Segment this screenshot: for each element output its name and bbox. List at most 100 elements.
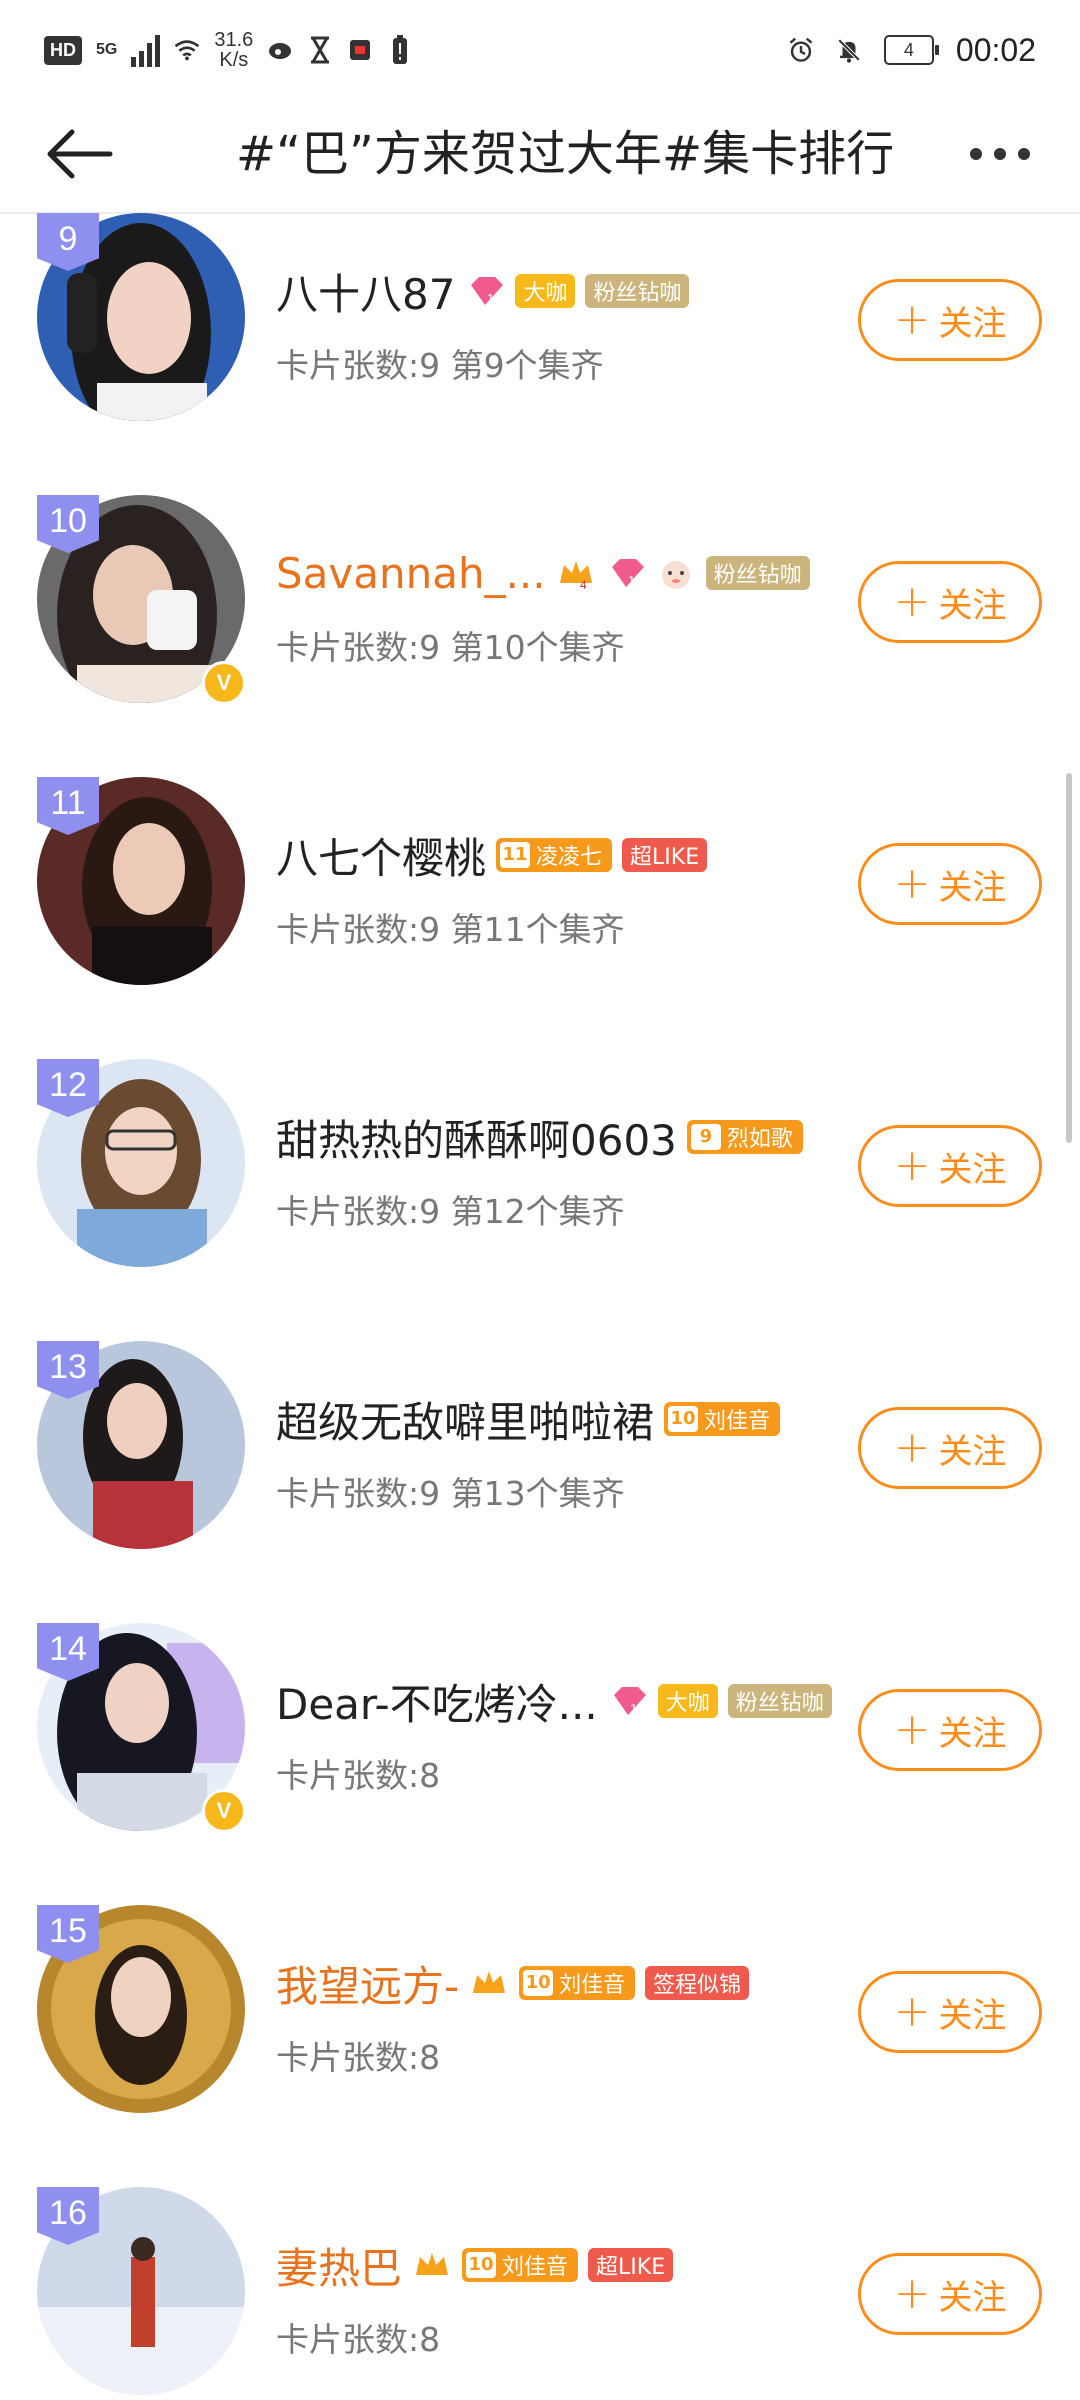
- list-item[interactable]: V 10 Savannah_... 4 12 粉丝钻咖 卡片张数:9 第10个集…: [0, 495, 1080, 777]
- fan-level-text: 刘佳音: [502, 2255, 569, 2280]
- list-item[interactable]: 12 甜热热的酥酥啊0603 9 烈如歌 卡片张数:9 第12个集齐 + 关注: [0, 1059, 1080, 1341]
- card-count: 卡片张数:8: [276, 1756, 441, 1795]
- user-name-line: 甜热热的酥酥啊0603 9 烈如歌: [276, 1107, 803, 1167]
- plus-icon: +: [893, 2268, 931, 2319]
- plus-icon: +: [893, 1986, 931, 2037]
- user-name[interactable]: 我望远方-: [276, 1953, 459, 2014]
- list-item[interactable]: 11 八七个樱桃 11 凌凌七 超LIKE 卡片张数:9 第11个集齐 + 关注: [0, 777, 1080, 1059]
- follow-button[interactable]: + 关注: [858, 561, 1042, 643]
- back-button[interactable]: [44, 124, 114, 184]
- crown-icon: [412, 2245, 452, 2285]
- svg-text:4: 4: [580, 578, 587, 592]
- diamond-level-icon: 12: [465, 271, 505, 311]
- verified-v-icon: V: [202, 661, 246, 705]
- card-count: 卡片张数:9 第9个集齐: [276, 346, 604, 385]
- fan-level-badge: 10 刘佳音: [519, 1966, 636, 2000]
- follow-label: 关注: [938, 303, 1007, 344]
- badge-qian-cheng: 签程似锦: [645, 1966, 750, 2000]
- list-item[interactable]: 16 妻热巴 10 刘佳音 超LIKE 卡片张数:8 + 关注: [0, 2187, 1080, 2400]
- badge-daka: 大咖: [515, 274, 576, 308]
- fan-level-badge: 11 凌凌七: [496, 838, 613, 872]
- follow-label: 关注: [938, 867, 1007, 908]
- follow-button[interactable]: + 关注: [858, 843, 1042, 925]
- fan-level-badge: 9 烈如歌: [686, 1120, 803, 1154]
- user-name[interactable]: 超级无敌噼里啪啦裙: [276, 1389, 654, 1450]
- user-name-line: 八七个樱桃 11 凌凌七 超LIKE: [276, 825, 708, 886]
- plus-icon: +: [893, 294, 931, 345]
- verified-v-icon: V: [202, 1789, 246, 1833]
- card-count: 卡片张数:9 第10个集齐: [276, 628, 625, 667]
- follow-button[interactable]: + 关注: [858, 1971, 1042, 2053]
- badge-super-like: 超LIKE: [622, 838, 708, 872]
- user-name[interactable]: Savannah_...: [276, 549, 546, 598]
- mascot-icon: [656, 553, 696, 593]
- crown-icon: [469, 1963, 509, 2003]
- fan-level-text: 刘佳音: [704, 1409, 771, 1434]
- alarm-icon: [788, 37, 814, 63]
- scrollbar[interactable]: [1066, 773, 1072, 1143]
- fan-level-text: 烈如歌: [726, 1127, 793, 1152]
- list-item[interactable]: 15 我望远方- 10 刘佳音 签程似锦 卡片张数:8 + 关注: [0, 1905, 1080, 2187]
- list-item[interactable]: 13 超级无敌噼里啪啦裙 10 刘佳音 卡片张数:9 第13个集齐 + 关注: [0, 1341, 1080, 1623]
- badge-fans: 粉丝钻咖: [727, 1684, 832, 1718]
- follow-label: 关注: [938, 585, 1007, 626]
- more-dots-icon: [970, 148, 982, 160]
- follow-label: 关注: [938, 1149, 1007, 1190]
- battery-level: 4: [883, 35, 939, 65]
- card-count: 卡片张数:9 第12个集齐: [276, 1192, 625, 1231]
- arrow-left-icon: [47, 129, 113, 179]
- diamond-level-icon: 13: [608, 1681, 648, 1721]
- badge-fans: 粉丝钻咖: [705, 556, 810, 590]
- plus-icon: +: [893, 576, 931, 627]
- crown-level-icon: 4: [556, 553, 596, 593]
- top-bar: #“巴”方来贺过大年#集卡排行: [0, 96, 1080, 214]
- fan-level-text: 凌凌七: [536, 845, 603, 870]
- list-item[interactable]: 9 八十八87 12 大咖 粉丝钻咖 卡片张数:9 第9个集齐 + 关注: [0, 213, 1080, 495]
- user-name[interactable]: 八七个樱桃: [276, 825, 486, 886]
- follow-label: 关注: [938, 1995, 1007, 2036]
- user-name[interactable]: 妻热巴: [276, 2235, 402, 2296]
- network-speed: 31.6 K/s: [214, 30, 253, 70]
- status-left: HD 5G 31.6 K/s: [44, 24, 413, 76]
- user-name-line: 超级无敌噼里啪啦裙 10 刘佳音: [276, 1389, 781, 1450]
- battery-alert-icon: [387, 35, 413, 64]
- ranking-list: 9 八十八87 12 大咖 粉丝钻咖 卡片张数:9 第9个集齐 + 关注 V 1…: [0, 213, 1080, 2400]
- follow-button[interactable]: + 关注: [858, 1407, 1042, 1489]
- fan-level-badge: 10 刘佳音: [664, 1402, 781, 1436]
- user-name[interactable]: 八十八87: [276, 261, 455, 322]
- user-name-line: 我望远方- 10 刘佳音 签程似锦: [276, 1953, 750, 2014]
- card-count: 卡片张数:8: [276, 2038, 441, 2077]
- fan-level-number: 11: [500, 842, 531, 868]
- network-type: 5G: [96, 41, 118, 58]
- follow-label: 关注: [938, 2277, 1007, 2318]
- user-name[interactable]: 甜热热的酥酥啊0603: [276, 1107, 677, 1168]
- diamond-level-icon: 12: [606, 553, 646, 593]
- more-dot: [994, 148, 1006, 160]
- clock: 00:02: [955, 31, 1036, 68]
- follow-button[interactable]: + 关注: [858, 1125, 1042, 1207]
- signal-icon: [131, 33, 161, 67]
- user-name-line: 妻热巴 10 刘佳音 超LIKE: [276, 2235, 674, 2296]
- fan-level-number: 10: [466, 2252, 497, 2278]
- list-item[interactable]: V 14 Dear-不吃烤冷... 13 大咖 粉丝钻咖 卡片张数:8 + 关注: [0, 1623, 1080, 1905]
- fan-level-badge: 10 刘佳音: [462, 2248, 579, 2282]
- follow-button[interactable]: + 关注: [858, 2253, 1042, 2335]
- user-name[interactable]: Dear-不吃烤冷...: [276, 1671, 598, 1732]
- fan-level-text: 刘佳音: [559, 1973, 626, 1998]
- hourglass-icon: [307, 36, 333, 64]
- badge-super-like: 超LIKE: [588, 2248, 674, 2282]
- wifi-icon: [174, 37, 200, 63]
- card-count: 卡片张数:9 第13个集齐: [276, 1474, 625, 1513]
- more-button[interactable]: [960, 124, 1040, 184]
- badge-daka: 大咖: [657, 1684, 718, 1718]
- follow-button[interactable]: + 关注: [858, 279, 1042, 361]
- badge-fans: 粉丝钻咖: [585, 274, 690, 308]
- follow-label: 关注: [938, 1713, 1007, 1754]
- plus-icon: +: [893, 858, 931, 909]
- follow-button[interactable]: + 关注: [858, 1689, 1042, 1771]
- speed-value: 31.6: [214, 29, 254, 51]
- weibo-icon: [267, 37, 293, 63]
- hd-indicator: HD: [44, 35, 82, 65]
- card-count: 卡片张数:9 第11个集齐: [276, 910, 625, 949]
- app-notification-icon: [347, 37, 373, 63]
